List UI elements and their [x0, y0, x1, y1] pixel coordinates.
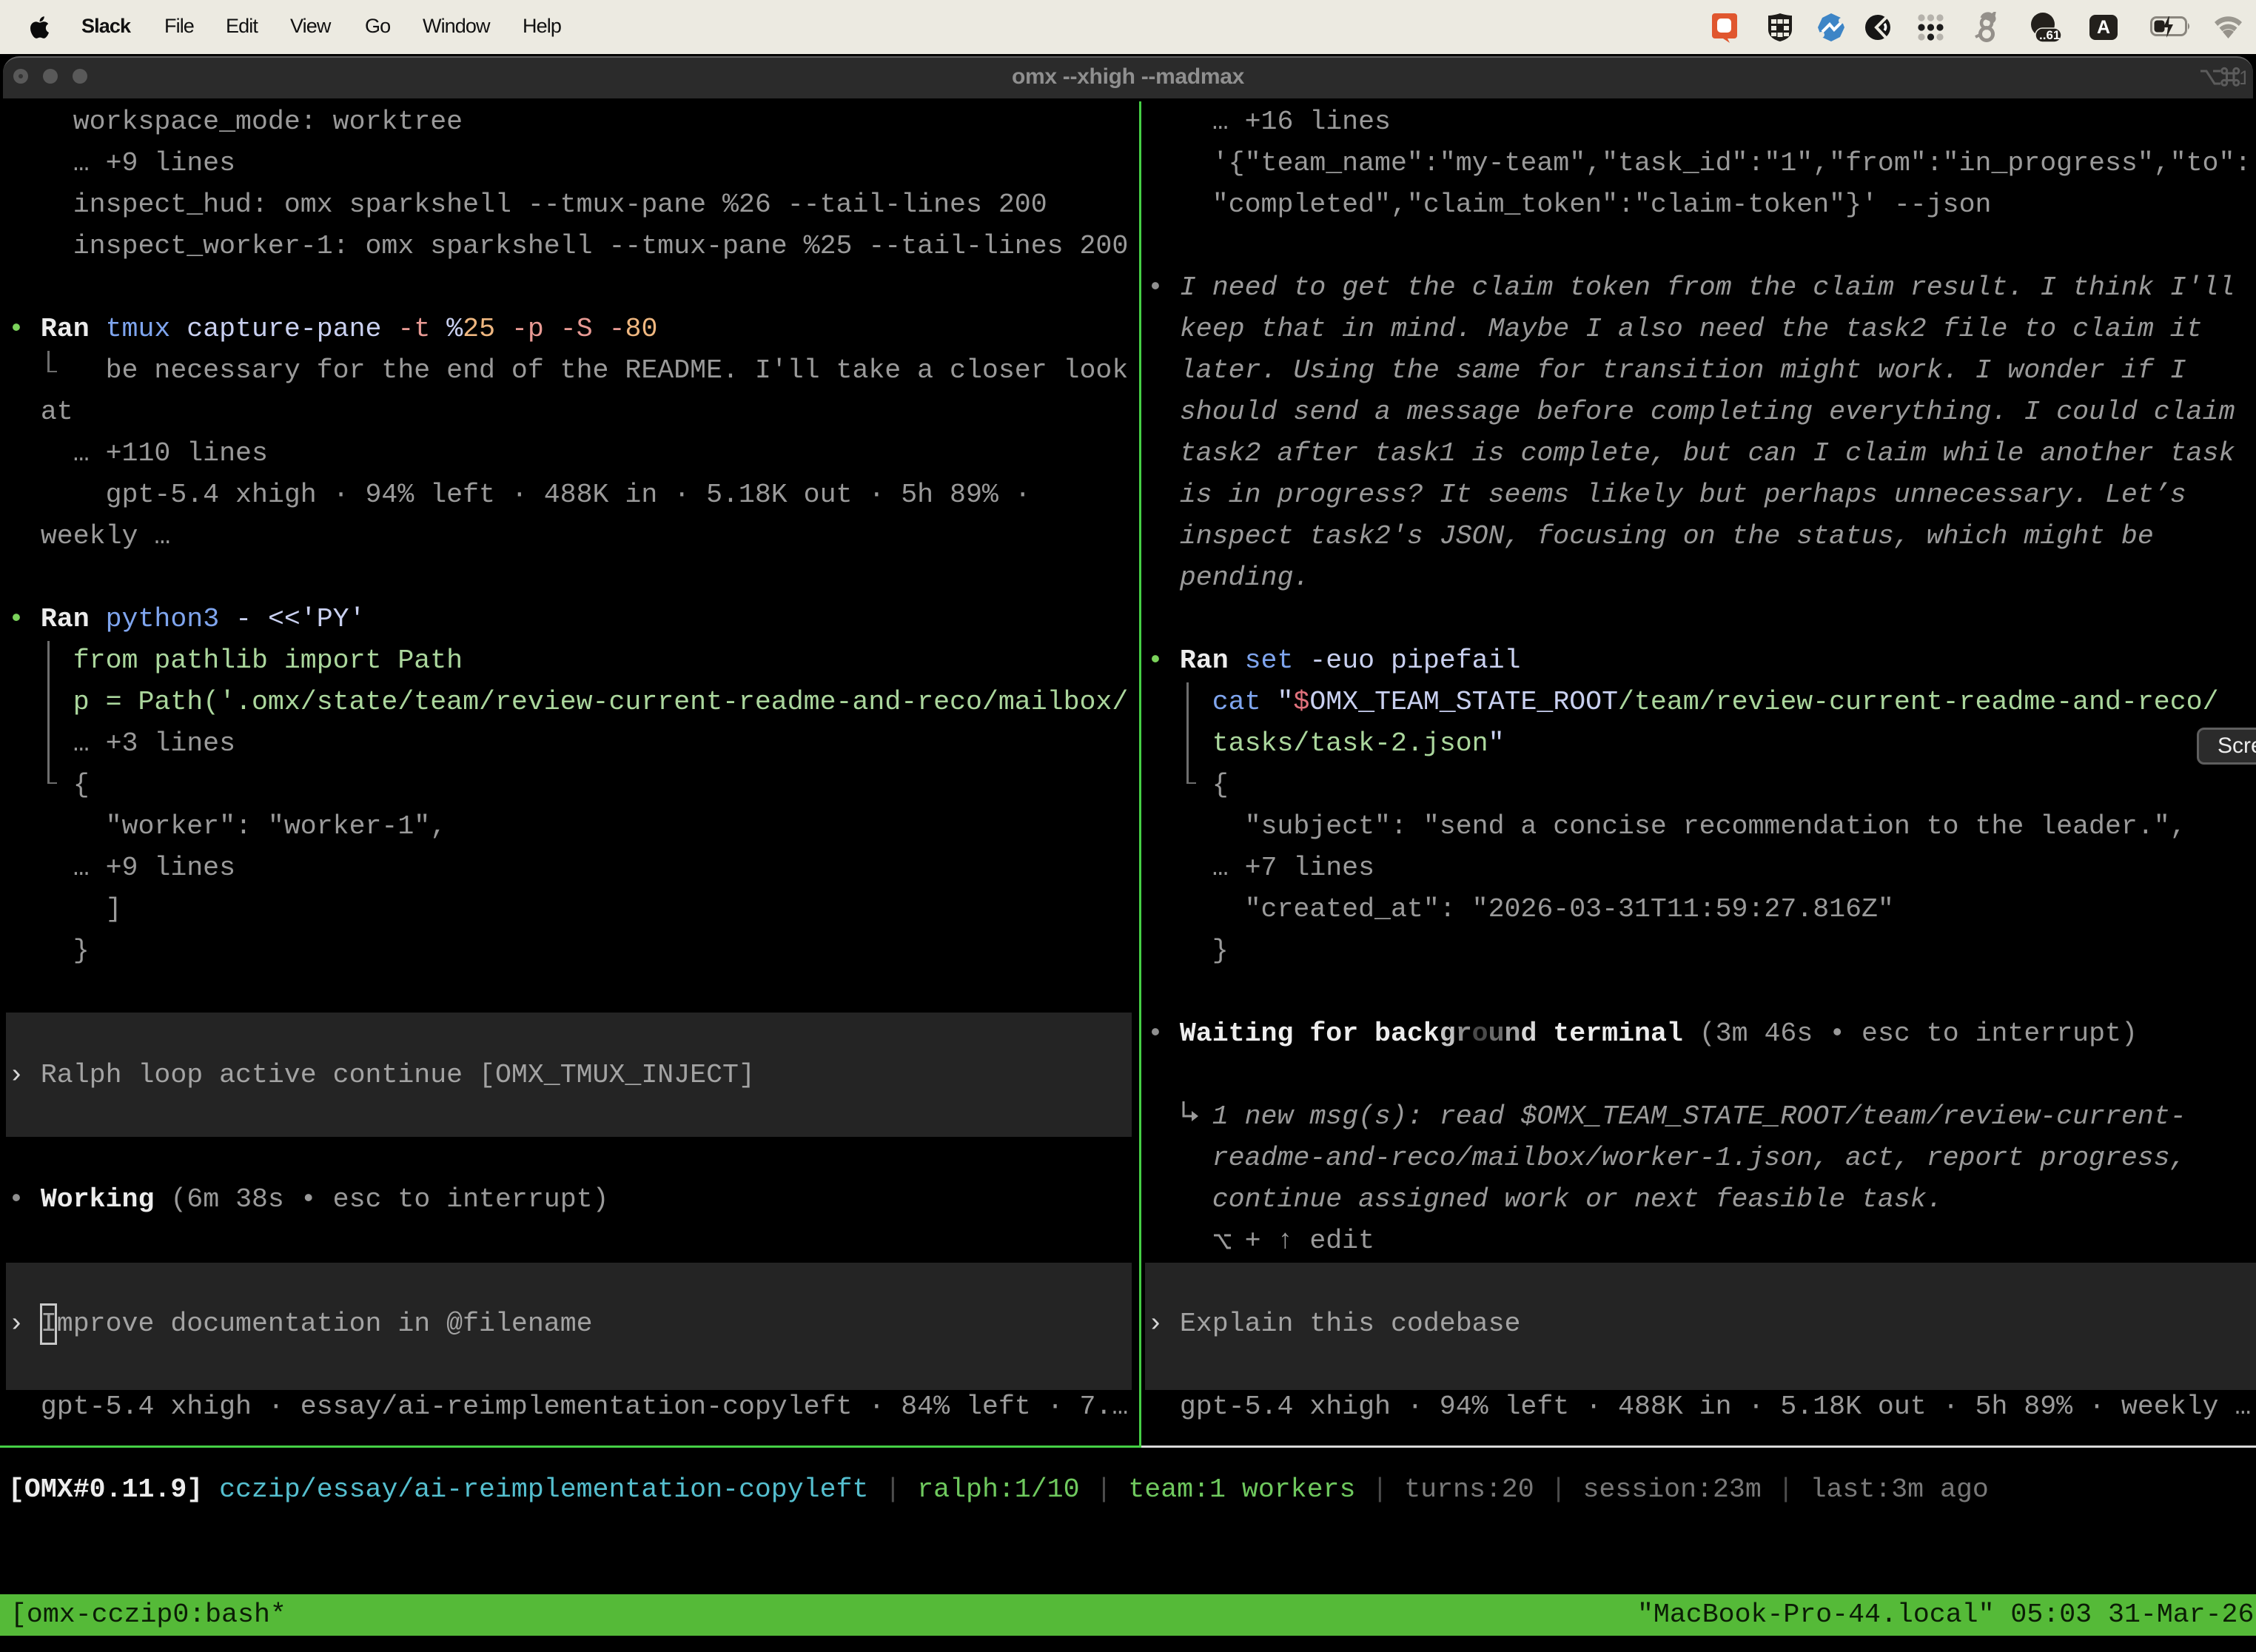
svg-text:1: 1	[2239, 67, 2246, 89]
svg-text:..61: ..61	[2039, 28, 2060, 42]
